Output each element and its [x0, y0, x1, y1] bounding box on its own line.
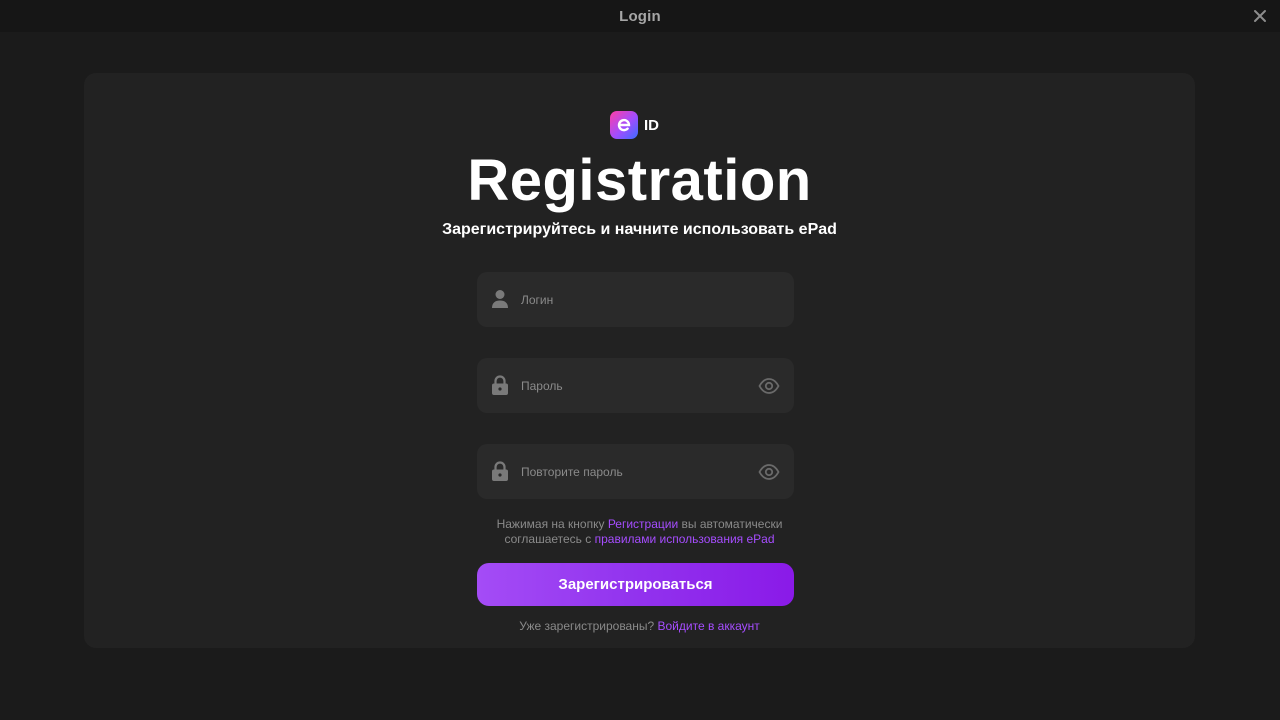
epad-logo-icon: [610, 111, 638, 139]
close-icon: [1254, 10, 1266, 22]
page-title: Registration: [467, 148, 812, 213]
usage-rules-link[interactable]: правилами использования ePad: [595, 532, 775, 546]
login-input[interactable]: [521, 272, 741, 327]
login-link[interactable]: Войдите в аккаунт: [658, 619, 760, 633]
eye-icon[interactable]: [758, 376, 780, 396]
eye-icon[interactable]: [758, 462, 780, 482]
title-bar: Login: [0, 0, 1280, 32]
login-field[interactable]: [477, 272, 794, 327]
repeat-password-input[interactable]: [521, 444, 741, 499]
registration-link[interactable]: Регистрации: [608, 517, 678, 531]
logo-text: ID: [644, 116, 659, 134]
password-input[interactable]: [521, 358, 741, 413]
lock-icon: [491, 375, 509, 395]
terms-notice: Нажимая на кнопку Регистрации вы автомат…: [496, 517, 783, 546]
login-prompt: Уже зарегистрированы? Войдите в аккаунт: [519, 619, 760, 633]
lock-icon: [491, 461, 509, 481]
window-title: Login: [619, 7, 661, 25]
brand-logo: ID: [84, 111, 1195, 139]
registration-card: ID Registration Зарегистрируйтесь и начн…: [84, 73, 1195, 648]
close-button[interactable]: [1252, 8, 1268, 24]
register-button[interactable]: Зарегистрироваться: [477, 563, 794, 606]
page-subtitle: Зарегистрируйтесь и начните использовать…: [442, 221, 837, 238]
user-icon: [491, 289, 509, 309]
repeat-password-field[interactable]: [477, 444, 794, 499]
password-field[interactable]: [477, 358, 794, 413]
